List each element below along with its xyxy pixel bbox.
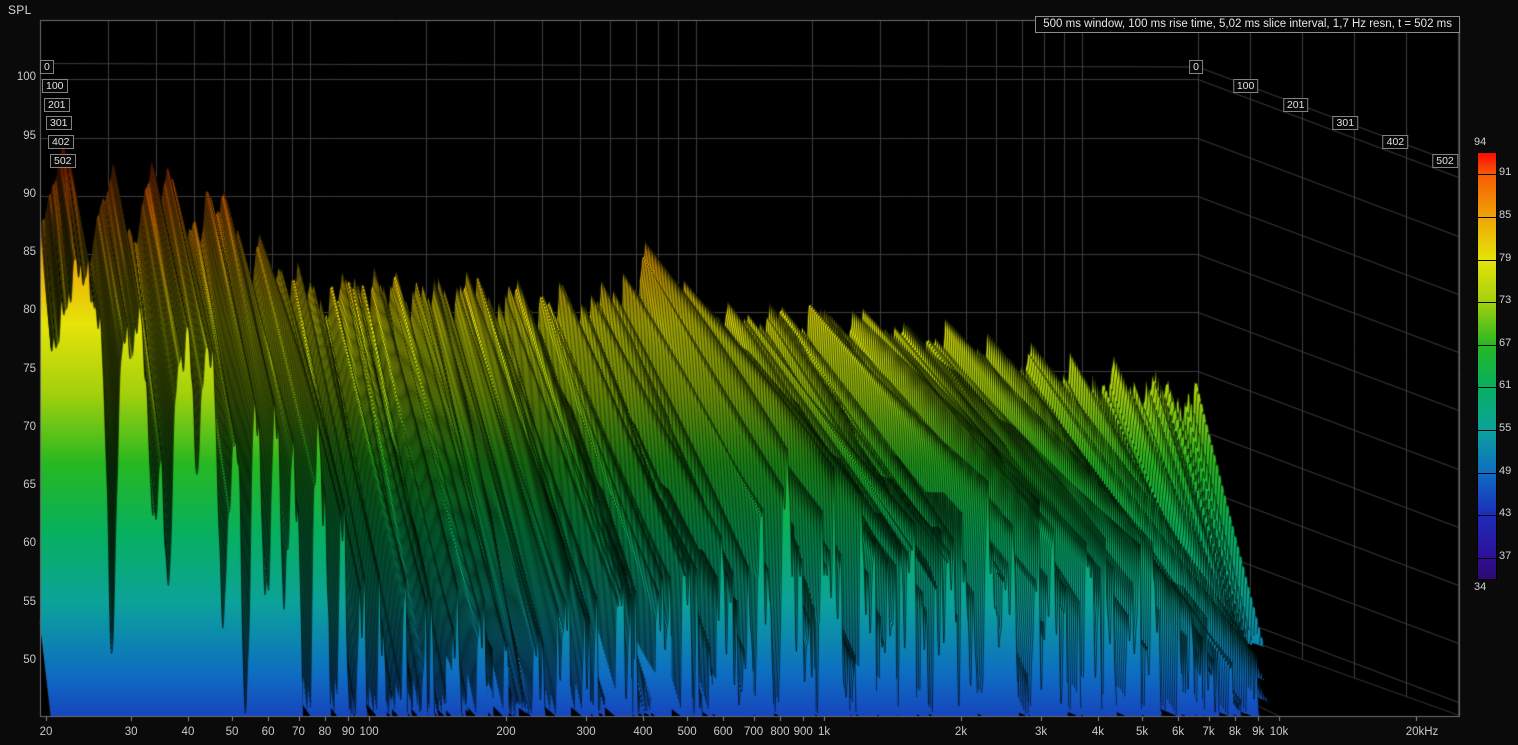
freq-tick-label: 2k [955, 726, 967, 738]
spl-tick-label: 65 [6, 479, 36, 491]
freq-tick-label: 90 [342, 726, 355, 738]
colorbar-tick-label: 49 [1499, 465, 1511, 477]
slice-label-left: 201 [44, 98, 70, 112]
spl-colorbar [1477, 152, 1497, 580]
colorbar-max-label: 94 [1474, 136, 1486, 148]
spl-tick-label: 75 [6, 363, 36, 375]
colorbar-tick-label: 61 [1499, 379, 1511, 391]
slice-label-right: 502 [1432, 154, 1458, 168]
spl-tick-label: 100 [6, 71, 36, 83]
freq-tick-label: 3k [1035, 726, 1047, 738]
freq-tick-label: 7k [1202, 726, 1214, 738]
slice-label-left: 502 [50, 154, 76, 168]
freq-tick-label: 9k [1252, 726, 1264, 738]
slice-label-left: 402 [48, 135, 74, 149]
colorbar-tick-line [1478, 302, 1496, 303]
colorbar-tick-line [1478, 558, 1496, 559]
colorbar-tick-line [1478, 174, 1496, 175]
freq-tick-label: 50 [226, 726, 239, 738]
colorbar-tick-label: 67 [1499, 337, 1511, 349]
slice-label-right: 201 [1283, 98, 1309, 112]
freq-tick-label: 300 [577, 726, 596, 738]
slice-label-left: 301 [46, 116, 72, 130]
colorbar-tick-line [1478, 345, 1496, 346]
colorbar-tick-label: 91 [1499, 166, 1511, 178]
freq-tick-label: 20 [40, 726, 53, 738]
freq-tick-label: 1k [818, 726, 830, 738]
spl-tick-label: 80 [6, 304, 36, 316]
freq-tick-label: 900 [794, 726, 813, 738]
freq-tick-label: 700 [744, 726, 763, 738]
freq-tick-label: 4k [1092, 726, 1104, 738]
colorbar-tick-label: 79 [1499, 252, 1511, 264]
colorbar-min-label: 34 [1474, 581, 1486, 593]
slice-label-right: 0 [1189, 60, 1203, 74]
freq-tick-label: 6k [1172, 726, 1184, 738]
colorbar-tick-label: 43 [1499, 507, 1511, 519]
freq-tick-label: 8k [1229, 726, 1241, 738]
waterfall-plot-canvas [0, 0, 1518, 745]
spl-tick-label: 55 [6, 596, 36, 608]
freq-tick-label: 800 [770, 726, 789, 738]
measurement-info-bar: 500 ms window, 100 ms rise time, 5,02 ms… [1035, 16, 1460, 33]
colorbar-tick-line [1478, 430, 1496, 431]
spl-tick-label: 95 [6, 130, 36, 142]
colorbar-tick-line [1478, 217, 1496, 218]
freq-tick-label: 40 [182, 726, 195, 738]
colorbar-tick-line [1478, 515, 1496, 516]
spl-tick-label: 70 [6, 421, 36, 433]
slice-label-left: 0 [40, 60, 54, 74]
freq-tick-label: 100 [359, 726, 378, 738]
freq-tick-label: 500 [677, 726, 696, 738]
spl-tick-label: 85 [6, 246, 36, 258]
colorbar-tick-label: 55 [1499, 422, 1511, 434]
colorbar-tick-line [1478, 473, 1496, 474]
freq-tick-label: 80 [319, 726, 332, 738]
spl-tick-label: 50 [6, 654, 36, 666]
page-title: SPL [8, 3, 32, 17]
freq-tick-label: 10k [1270, 726, 1289, 738]
freq-tick-label: 400 [633, 726, 652, 738]
slice-label-left: 100 [42, 79, 68, 93]
spl-tick-label: 60 [6, 537, 36, 549]
freq-tick-label: 5k [1136, 726, 1148, 738]
slice-label-right: 301 [1333, 116, 1359, 130]
colorbar-tick-line [1478, 260, 1496, 261]
freq-tick-label: 200 [496, 726, 515, 738]
slice-label-right: 100 [1233, 79, 1259, 93]
spl-tick-label: 90 [6, 188, 36, 200]
slice-label-right: 402 [1383, 135, 1409, 149]
colorbar-tick-label: 85 [1499, 209, 1511, 221]
colorbar-tick-label: 73 [1499, 294, 1511, 306]
waterfall-app: SPL 500 ms window, 100 ms rise time, 5,0… [0, 0, 1518, 745]
colorbar-tick-label: 37 [1499, 550, 1511, 562]
freq-tick-label: 600 [713, 726, 732, 738]
freq-tick-label: 60 [262, 726, 275, 738]
freq-tick-label: 30 [125, 726, 138, 738]
freq-tick-label: 70 [292, 726, 305, 738]
colorbar-tick-line [1478, 387, 1496, 388]
freq-tick-label: 20kHz [1406, 726, 1439, 738]
